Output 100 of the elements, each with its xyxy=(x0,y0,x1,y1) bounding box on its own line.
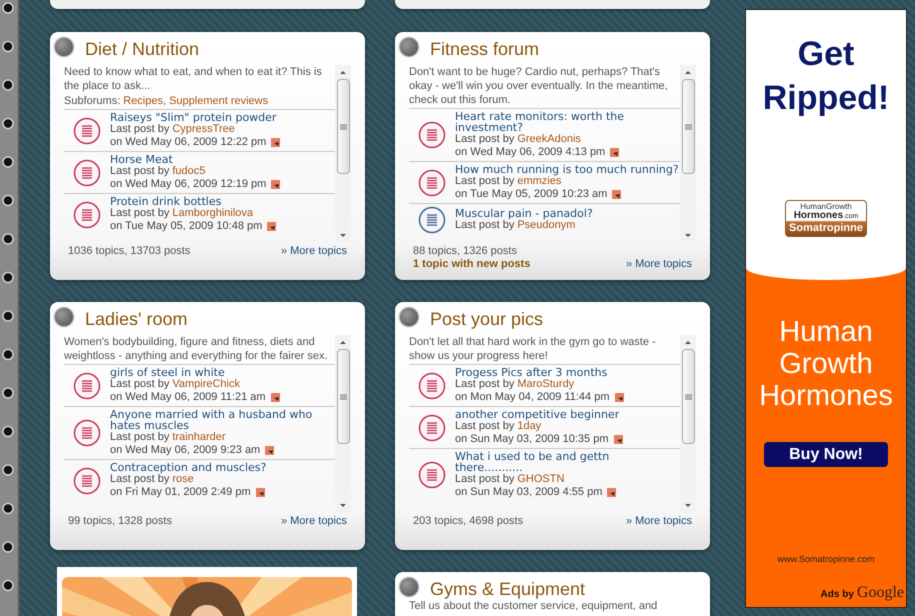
last-post-label: Last post by xyxy=(455,175,514,188)
more-topics-link[interactable]: » More topics xyxy=(280,515,347,528)
last-post-label: Last post by xyxy=(110,473,170,486)
grip-icon[interactable] xyxy=(340,394,346,400)
last-post-label: Last post by xyxy=(110,165,170,178)
topic-title[interactable]: How much running is too much running? xyxy=(455,164,679,175)
scrollbar[interactable] xyxy=(335,65,351,243)
post-date: on Wed May 06, 2009 11:21 am xyxy=(110,391,266,404)
author-link[interactable]: VampireChick xyxy=(172,378,240,391)
post-date: on Sun May 03, 2009 10:35 pm xyxy=(455,433,608,446)
grip-icon[interactable] xyxy=(684,124,692,130)
latest-post-icon[interactable] xyxy=(256,488,265,497)
latest-post-icon[interactable] xyxy=(607,488,616,497)
ad-headline: Get Ripped! xyxy=(762,34,890,119)
more-topics-link[interactable]: » More topics xyxy=(626,515,692,528)
grip-icon[interactable] xyxy=(684,394,692,400)
forum-icon xyxy=(400,38,418,56)
topic-title[interactable]: What i used to be and gettn there........... xyxy=(455,451,680,473)
post-date: on Wed May 06, 2009 4:13 pm xyxy=(455,146,606,159)
topic-title[interactable]: Muscular pain - panadol? xyxy=(455,208,593,219)
last-post-label: Last post by xyxy=(455,473,514,486)
author-link[interactable]: 1day xyxy=(517,420,542,433)
post-date: on Tue May 05, 2009 10:23 am xyxy=(455,188,608,201)
forum-title[interactable]: Fitness forum xyxy=(430,36,540,58)
topic-title[interactable]: Protein drink bottles xyxy=(110,196,276,207)
forum-icon xyxy=(55,308,73,326)
forum-stats: 1036 topics, 13703 posts xyxy=(68,245,190,258)
scrollbar[interactable] xyxy=(680,65,696,243)
latest-post-icon[interactable] xyxy=(612,190,622,199)
author-link[interactable]: Lamborghinilova xyxy=(172,207,254,220)
latest-post-icon[interactable] xyxy=(267,222,276,231)
forum-description: Don't want to be huge? Cardio nut, perhaps? That's okay - we'll win you over eventually. In the meantime, check out this forum. xyxy=(409,65,669,108)
last-post-label: Last post by xyxy=(110,207,170,220)
subforum-link[interactable]: Supplement reviews xyxy=(169,94,268,108)
author-link[interactable]: fudoc5 xyxy=(172,165,206,178)
scrollbar[interactable] xyxy=(335,335,351,513)
latest-post-icon[interactable] xyxy=(271,138,280,147)
more-topics-link[interactable]: » More topics xyxy=(280,245,347,258)
author-link[interactable]: rose xyxy=(172,473,194,486)
author-link[interactable]: Pseudonym xyxy=(517,219,576,232)
post-date: on Wed May 06, 2009 9:23 am xyxy=(110,444,260,457)
buy-now-button[interactable]: Buy Now! xyxy=(764,442,888,467)
post-date: on Sun May 03, 2009 4:55 pm xyxy=(455,486,602,499)
latest-post-icon[interactable] xyxy=(265,446,274,455)
ad-url[interactable]: www.Somatropinne.com xyxy=(746,552,906,566)
last-post-label: Last post by xyxy=(455,219,514,232)
topic-title[interactable]: another competitive beginner xyxy=(455,409,622,420)
forum-title[interactable]: Ladies' room xyxy=(85,306,188,328)
forum-stats: 99 topics, 1328 posts xyxy=(68,515,172,528)
author-link[interactable]: emmzies xyxy=(517,175,562,188)
post-date: on Wed May 06, 2009 12:19 pm xyxy=(110,178,266,191)
more-topics-link[interactable]: » More topics xyxy=(626,258,692,271)
latest-post-icon[interactable] xyxy=(614,393,624,402)
forum-description: Tell us about the customer service, equipment, and xyxy=(409,600,658,612)
topic-title[interactable]: Raiseys "Slim" protein powder xyxy=(110,112,280,123)
latest-post-icon[interactable] xyxy=(610,148,620,157)
forum-description: Women's bodybuilding, figure and fitness, diets and weightloss - anything and everything for the fairer sex. xyxy=(64,335,329,364)
last-post-label: Last post by xyxy=(455,420,514,433)
last-post-label: Last post by xyxy=(110,123,170,136)
forum-description: Don't let all that hard work in the gym go to waste - show us your progress here! xyxy=(409,335,657,364)
ads-by-label: Ads by xyxy=(820,588,854,602)
subforum-link[interactable]: Recipes xyxy=(123,94,163,108)
forum-stats: 203 topics, 4698 posts xyxy=(413,515,524,528)
forum-icon xyxy=(400,308,418,326)
topic-title[interactable]: Progess Pics after 3 months xyxy=(455,367,624,378)
latest-post-icon[interactable] xyxy=(614,435,622,444)
post-date: on Tue May 05, 2009 10:48 pm xyxy=(110,220,262,233)
post-date: on Mon May 04, 2009 11:44 pm xyxy=(455,391,610,404)
topic-title[interactable]: Contraception and muscles? xyxy=(110,462,266,473)
post-date: on Fri May 01, 2009 2:49 pm xyxy=(110,486,251,499)
topic-title[interactable]: girls of steel in white xyxy=(110,367,280,378)
topic-title[interactable]: Heart rate monitors: worth the investment? xyxy=(455,111,680,133)
new-posts-link[interactable]: 1 topic with new posts xyxy=(413,258,530,271)
author-link[interactable]: GreekAdonis xyxy=(517,133,581,146)
ad-tagline: Human Growth Hormones xyxy=(758,316,894,412)
forum-title[interactable]: Post your pics xyxy=(430,306,544,328)
forum-stats: 88 topics, 1326 posts xyxy=(413,245,518,258)
post-date: on Wed May 06, 2009 12:22 pm xyxy=(110,136,266,149)
subforums-label: Subforums: xyxy=(64,94,120,108)
author-link[interactable]: GHOSTN xyxy=(517,473,564,486)
author-link[interactable]: CypressTree xyxy=(172,123,235,136)
forum-title[interactable]: Diet / Nutrition xyxy=(85,36,200,58)
separator: , xyxy=(163,94,166,108)
forum-title[interactable]: Gyms & Equipment xyxy=(430,576,586,598)
forum-icon xyxy=(400,578,418,596)
latest-post-icon[interactable] xyxy=(271,180,280,189)
latest-post-icon[interactable] xyxy=(270,393,280,402)
forum-icon xyxy=(55,38,73,56)
last-post-label: Last post by xyxy=(110,431,170,444)
google-logo[interactable]: Google xyxy=(856,581,904,605)
grip-icon[interactable] xyxy=(340,124,346,130)
author-link[interactable]: MaroSturdy xyxy=(517,378,574,391)
last-post-label: Last post by xyxy=(110,378,170,391)
scrollbar[interactable] xyxy=(680,335,696,513)
topic-title[interactable]: Horse Meat xyxy=(110,154,280,165)
last-post-label: Last post by xyxy=(455,378,514,391)
topic-title[interactable]: Anyone married with a husband who hates muscles xyxy=(110,409,335,431)
last-post-label: Last post by xyxy=(455,133,514,146)
forum-description: Need to know what to eat, and when to eat it? This is the place to ask... xyxy=(64,65,323,94)
author-link[interactable]: trainharder xyxy=(172,431,226,444)
